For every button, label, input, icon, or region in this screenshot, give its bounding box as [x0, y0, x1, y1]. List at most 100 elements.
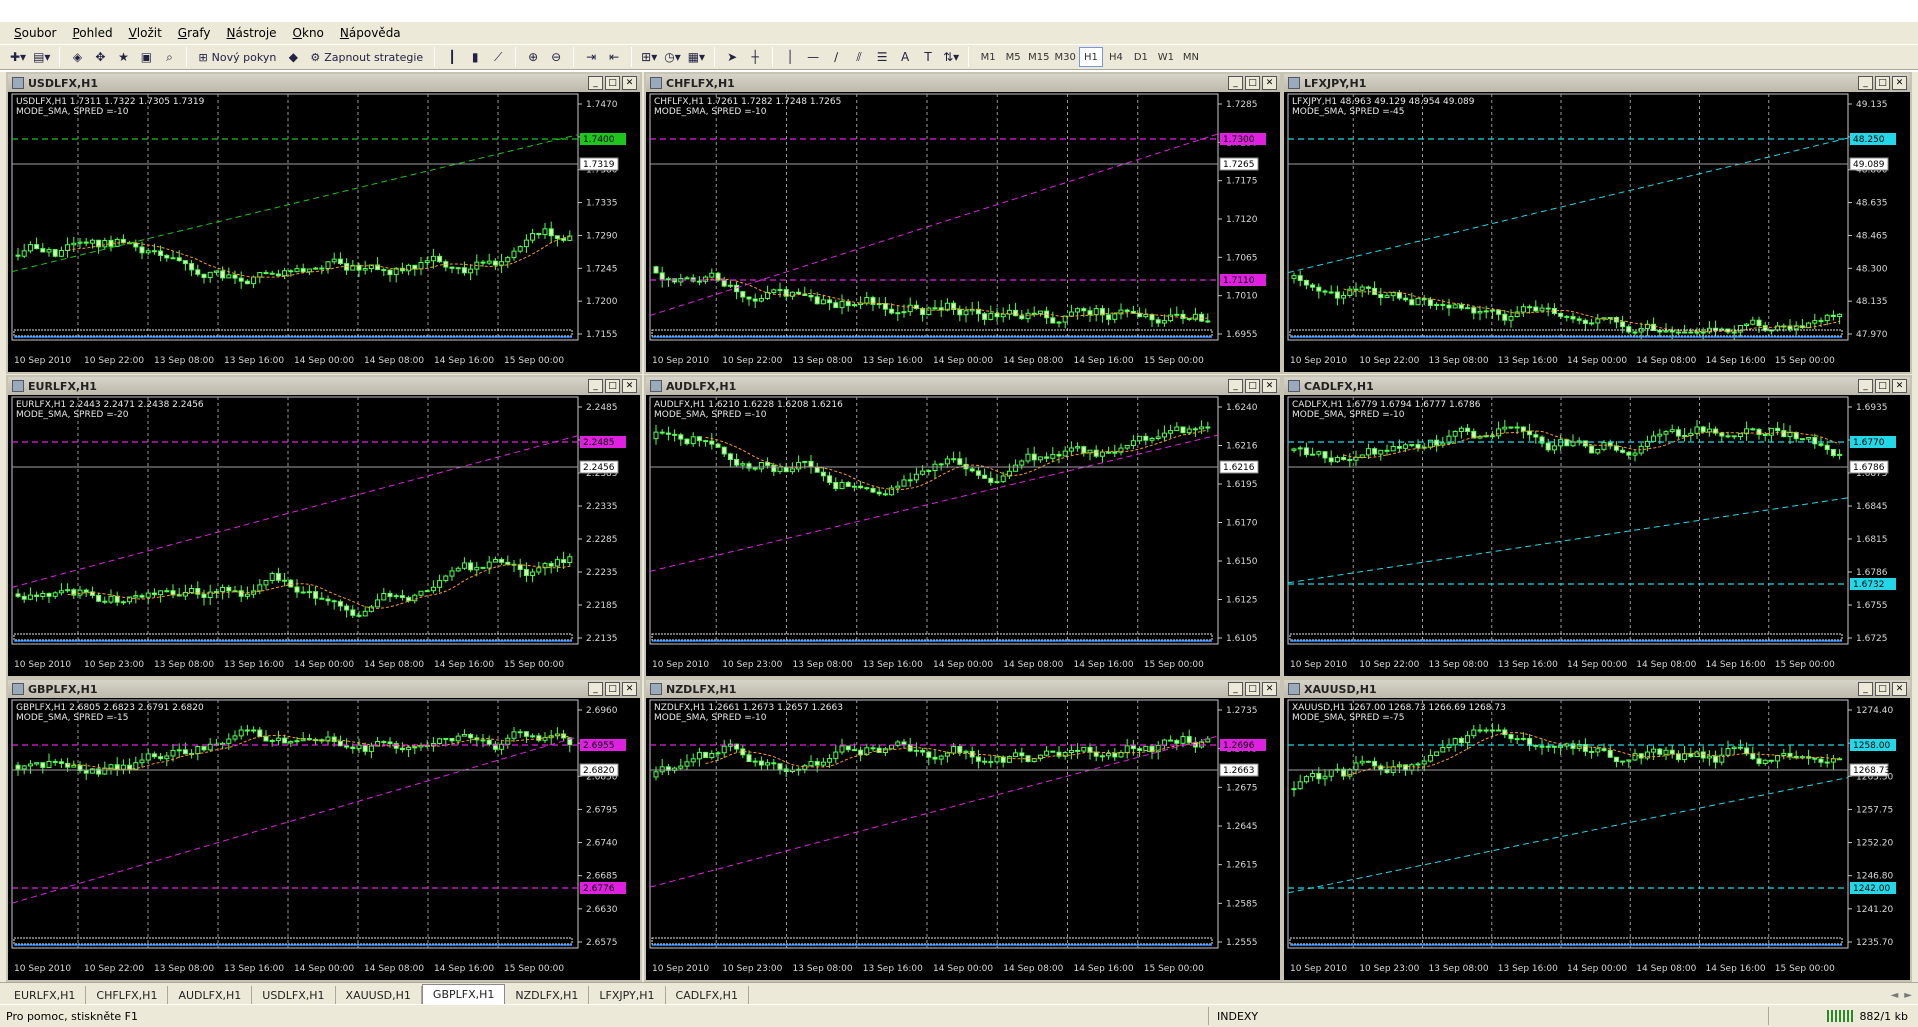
- profiles-icon[interactable]: ▤▾: [31, 47, 52, 67]
- trend-line[interactable]: [11, 736, 579, 904]
- chart-area[interactable]: 1.72851.72301.71751.71201.70651.70101.69…: [646, 92, 1280, 372]
- chart-tab[interactable]: EURLFX,H1: [4, 986, 87, 1004]
- templates-icon[interactable]: ▦▾: [686, 47, 707, 67]
- chart-window[interactable]: USDLFX,H1_□✕1.74701.74251.73801.73351.72…: [6, 72, 642, 374]
- scroll-right-icon[interactable]: ►: [1904, 990, 1912, 1001]
- trend-line[interactable]: [649, 133, 1219, 317]
- fibonacci-icon[interactable]: ☰: [872, 47, 892, 67]
- maximize-icon[interactable]: □: [1875, 379, 1890, 393]
- chart-canvas[interactable]: 1.6240 1.6216 1.6195 1.6170 1.6150 1.6125 1.61…: [646, 395, 1280, 676]
- chart-window[interactable]: XAUUSD,H1_□✕1274.401268.731263.301257.75…: [1282, 678, 1912, 982]
- minimize-icon[interactable]: _: [588, 76, 603, 90]
- maximize-icon[interactable]: □: [1875, 682, 1890, 696]
- chart-area[interactable]: 2.24852.24352.23852.23352.22852.22352.21…: [8, 395, 640, 676]
- strategy-button[interactable]: ⚙ Zapnout strategie: [306, 47, 427, 67]
- scroll-left-icon[interactable]: ◄: [1891, 990, 1899, 1001]
- close-icon[interactable]: ✕: [1262, 379, 1277, 393]
- trend-line[interactable]: [1287, 137, 1849, 274]
- chart-canvas[interactable]: 2.69602.69052.68502.67952.67402.66852.66…: [8, 698, 640, 980]
- maximize-icon[interactable]: □: [605, 379, 620, 393]
- chart-window[interactable]: NZDLFX,H1_□✕1.27351.27051.26751.26451.26…: [644, 678, 1282, 982]
- chart-area[interactable]: 1.69351.69051.68751.68451.68151.67861.67…: [1284, 395, 1910, 676]
- menu-item[interactable]: Okno: [285, 26, 332, 40]
- chart-window-titlebar[interactable]: CADLFX,H1 _ □ ✕: [1284, 377, 1910, 395]
- chart-window-titlebar[interactable]: GBPLFX,H1 _ □ ✕: [8, 680, 640, 698]
- chart-area[interactable]: 1274.401268.731263.301257.751252.201246.…: [1284, 698, 1910, 980]
- minimize-icon[interactable]: _: [1858, 379, 1873, 393]
- chart-area[interactable]: 1.6240 1.6216 1.6195 1.6170 1.6150 1.6125 1.61…: [646, 395, 1280, 676]
- chart-window[interactable]: CHFLFX,H1_□✕1.72851.72301.71751.71201.70…: [644, 72, 1282, 374]
- chart-tab[interactable]: GBPLFX,H1: [421, 984, 506, 1004]
- chart-window[interactable]: GBPLFX,H1_□✕2.69602.69052.68502.67952.67…: [6, 678, 642, 982]
- crosshair-icon[interactable]: ┼: [745, 47, 765, 67]
- data-window-icon[interactable]: ✥: [90, 47, 110, 67]
- chart-area[interactable]: 49.13548.97048.80048.63548.46548.30048.1…: [1284, 92, 1910, 372]
- horizontal-line-icon[interactable]: —: [803, 47, 823, 67]
- chart-tab[interactable]: USDLFX,H1: [252, 986, 336, 1004]
- chart-window[interactable]: EURLFX,H1_□✕2.24852.24352.23852.23352.22…: [6, 375, 642, 678]
- timeframe-button[interactable]: H4: [1104, 47, 1128, 67]
- tester-icon[interactable]: ⌕: [159, 47, 179, 67]
- minimize-icon[interactable]: _: [1858, 682, 1873, 696]
- chart-tab[interactable]: AUDLFX,H1: [168, 986, 253, 1004]
- maximize-icon[interactable]: □: [1875, 76, 1890, 90]
- status-profile[interactable]: INDEXY: [1208, 1007, 1768, 1025]
- autoscroll-icon[interactable]: ⇥: [581, 47, 601, 67]
- channel-icon[interactable]: ⫽: [849, 47, 869, 67]
- arrows-icon[interactable]: ⇅▾: [941, 47, 961, 67]
- timeframe-button[interactable]: D1: [1129, 47, 1153, 67]
- new-chart-icon[interactable]: ✚▾: [8, 47, 28, 67]
- chart-window-titlebar[interactable]: LFXJPY,H1 _ □ ✕: [1284, 74, 1910, 92]
- chart-window-titlebar[interactable]: EURLFX,H1 _ □ ✕: [8, 377, 640, 395]
- trendline-icon[interactable]: ∕: [826, 47, 846, 67]
- minimize-icon[interactable]: _: [1228, 682, 1243, 696]
- minimize-icon[interactable]: _: [588, 682, 603, 696]
- chart-shift-icon[interactable]: ⇤: [604, 47, 624, 67]
- new-order-button[interactable]: ⊞ Nový pokyn: [194, 47, 280, 67]
- zoom-in-icon[interactable]: ⊕: [523, 47, 543, 67]
- chart-tab[interactable]: CHFLFX,H1: [86, 986, 169, 1004]
- bar-chart-icon[interactable]: ┃: [442, 47, 462, 67]
- maximize-icon[interactable]: □: [1245, 682, 1260, 696]
- chart-tab[interactable]: XAUUSD,H1: [336, 986, 422, 1004]
- timeframe-button[interactable]: H1: [1078, 47, 1103, 67]
- trend-line[interactable]: [1287, 497, 1849, 584]
- menu-item[interactable]: Vložit: [121, 26, 170, 40]
- close-icon[interactable]: ✕: [1262, 682, 1277, 696]
- chart-window[interactable]: CADLFX,H1_□✕1.69351.69051.68751.68451.68…: [1282, 375, 1912, 678]
- trend-line[interactable]: [1287, 777, 1849, 894]
- menu-item[interactable]: Nástroje: [219, 26, 285, 40]
- close-icon[interactable]: ✕: [622, 682, 637, 696]
- chart-window[interactable]: AUDLFX,H1 _ □ ✕ 1.6240 1.6216 1.6195 1.6170 1.61…: [644, 375, 1282, 678]
- close-icon[interactable]: ✕: [622, 76, 637, 90]
- terminal-icon[interactable]: ▣: [136, 47, 156, 67]
- vertical-line-icon[interactable]: │: [780, 47, 800, 67]
- metaeditor-icon[interactable]: ◆: [283, 47, 303, 67]
- chart-canvas[interactable]: 1274.401268.731263.301257.751252.201246.…: [1284, 698, 1910, 980]
- line-chart-icon[interactable]: ⟋: [488, 47, 508, 67]
- menu-item[interactable]: Nápověda: [332, 26, 409, 40]
- navigator-icon[interactable]: ★: [113, 47, 133, 67]
- timeframe-button[interactable]: W1: [1154, 47, 1178, 67]
- chart-window-titlebar[interactable]: NZDLFX,H1 _ □ ✕: [646, 680, 1280, 698]
- maximize-icon[interactable]: □: [605, 76, 620, 90]
- menu-item[interactable]: Pohled: [64, 26, 120, 40]
- maximize-icon[interactable]: □: [1245, 76, 1260, 90]
- timeframe-button[interactable]: M5: [1001, 47, 1025, 67]
- chart-tab[interactable]: NZDLFX,H1: [505, 986, 590, 1004]
- candlestick-icon[interactable]: ▮: [465, 47, 485, 67]
- chart-tab[interactable]: CADLFX,H1: [666, 986, 749, 1004]
- minimize-icon[interactable]: _: [1858, 76, 1873, 90]
- chart-area[interactable]: 2.69602.69052.68502.67952.67402.66852.66…: [8, 698, 640, 980]
- menu-item[interactable]: Grafy: [170, 26, 219, 40]
- chart-window-titlebar[interactable]: AUDLFX,H1 _ □ ✕: [646, 377, 1280, 395]
- chart-area[interactable]: 1.74701.74251.73801.73351.72901.72451.72…: [8, 92, 640, 372]
- timeframe-button[interactable]: MN: [1179, 47, 1203, 67]
- market-watch-icon[interactable]: ◈: [67, 47, 87, 67]
- minimize-icon[interactable]: _: [588, 379, 603, 393]
- trend-line[interactable]: [649, 434, 1219, 572]
- close-icon[interactable]: ✕: [1892, 76, 1907, 90]
- chart-canvas[interactable]: 1.69351.69051.68751.68451.68151.67861.67…: [1284, 395, 1910, 676]
- chart-window-titlebar[interactable]: XAUUSD,H1 _ □ ✕: [1284, 680, 1910, 698]
- trend-line[interactable]: [11, 134, 579, 273]
